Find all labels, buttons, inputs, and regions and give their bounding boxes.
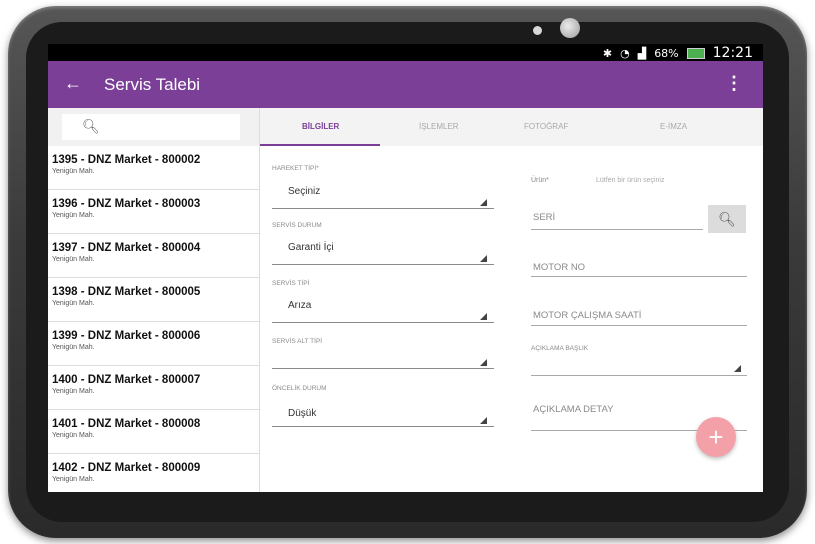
list-item-subtitle: Yenigün Mah. <box>52 344 95 351</box>
search-input[interactable]: 🔍︎ <box>62 114 240 140</box>
screen: ✱ ◔ ▟ 68% 12:21 ← Servis Talebi ⋮ 🔍︎ 139… <box>48 44 763 492</box>
oncelik-durum-field[interactable]: ÖNCELİK DURUM Düşük <box>272 385 494 429</box>
list-item[interactable]: 1401 - DNZ Market - 800008 Yenigün Mah. <box>48 410 259 454</box>
dropdown-arrow-icon <box>480 313 487 320</box>
app-bar: ← Servis Talebi ⋮ <box>48 61 763 108</box>
bluetooth-icon: ✱ <box>602 46 613 60</box>
list-item-title: 1402 - DNZ Market - 800009 <box>52 462 201 474</box>
sensor-dot <box>533 26 542 35</box>
field-underline <box>272 322 494 323</box>
field-value: Düşük <box>288 408 317 419</box>
list-item-subtitle: Yenigün Mah. <box>52 476 95 483</box>
tab-bar: BİLGİLER İŞLEMLER FOTOĞRAF E-İMZA <box>260 108 763 146</box>
seri-underline <box>531 229 703 230</box>
tab-fotograf[interactable]: FOTOĞRAF <box>524 122 568 131</box>
seri-search-button[interactable]: 🔍︎ <box>708 205 746 233</box>
list-item-title: 1397 - DNZ Market - 800004 <box>52 242 201 254</box>
motor-calisma-underline <box>531 325 747 326</box>
list-item-title: 1395 - DNZ Market - 800002 <box>52 154 201 166</box>
tab-e-imza[interactable]: E-İMZA <box>660 122 687 131</box>
list-item[interactable]: 1399 - DNZ Market - 800006 Yenigün Mah. <box>48 322 259 366</box>
list-item[interactable]: 1400 - DNZ Market - 800007 Yenigün Mah. <box>48 366 259 410</box>
motor-calisma-saati-input[interactable]: MOTOR ÇALIŞMA SAATİ <box>533 310 641 321</box>
motor-no-underline <box>531 276 747 277</box>
search-bar: 🔍︎ <box>48 108 259 146</box>
tab-islemler[interactable]: İŞLEMLER <box>419 122 459 131</box>
field-value: Seçiniz <box>288 186 321 197</box>
status-bar: ✱ ◔ ▟ 68% 12:21 <box>48 44 763 61</box>
dropdown-arrow-icon <box>480 255 487 262</box>
field-label: SERVİS ALT TİPİ <box>272 338 323 345</box>
list-item-subtitle: Yenigün Mah. <box>52 256 95 263</box>
dropdown-arrow-icon <box>734 365 741 372</box>
list-item[interactable]: 1398 - DNZ Market - 800005 Yenigün Mah. <box>48 278 259 322</box>
motor-no-input[interactable]: MOTOR NO <box>533 262 585 273</box>
tab-bilgiler[interactable]: BİLGİLER <box>302 122 339 131</box>
aciklama-baslik-label: AÇIKLAMA BAŞLIK <box>531 345 589 352</box>
field-value: Garanti İçi <box>288 242 334 253</box>
field-label: SERVİS TİPİ <box>272 280 310 287</box>
servis-durum-field[interactable]: SERVİS DURUM Garanti İçi <box>272 222 494 266</box>
servis-alt-tipi-field[interactable]: SERVİS ALT TİPİ <box>272 338 494 382</box>
list-item[interactable]: 1402 - DNZ Market - 800009 Yenigün Mah. <box>48 454 259 492</box>
field-value: Arıza <box>288 300 312 311</box>
list-item-title: 1400 - DNZ Market - 800007 <box>52 374 201 386</box>
search-icon: 🔍︎ <box>82 118 100 134</box>
more-vert-icon[interactable]: ⋮ <box>725 73 743 94</box>
arrow-left-icon[interactable]: ← <box>64 73 82 94</box>
servis-tipi-field[interactable]: SERVİS TİPİ Arıza <box>272 280 494 324</box>
list-item-subtitle: Yenigün Mah. <box>52 212 95 219</box>
clock: 12:21 <box>712 45 753 61</box>
urun-select[interactable]: Lütfen bir ürün seçiniz <box>596 177 664 184</box>
aciklama-baslik-underline <box>531 375 747 376</box>
list-item-title: 1398 - DNZ Market - 800005 <box>52 286 201 298</box>
seri-input[interactable]: SERİ <box>533 212 555 223</box>
list-item-title: 1401 - DNZ Market - 800008 <box>52 418 201 430</box>
battery-percent: 68% <box>654 46 679 60</box>
list-item-subtitle: Yenigün Mah. <box>52 388 95 395</box>
battery-icon <box>686 47 705 59</box>
list-item-title: 1399 - DNZ Market - 800006 <box>52 330 201 342</box>
list-item-subtitle: Yenigün Mah. <box>52 432 95 439</box>
urun-label: Ürün* <box>531 177 549 184</box>
field-underline <box>272 264 494 265</box>
page-title: Servis Talebi <box>104 75 201 94</box>
list-item[interactable]: 1396 - DNZ Market - 800003 Yenigün Mah. <box>48 190 259 234</box>
field-underline <box>272 368 494 369</box>
signal-icon: ▟ <box>637 46 647 60</box>
field-underline <box>272 426 494 427</box>
customer-list: 1395 - DNZ Market - 800002 Yenigün Mah. … <box>48 146 259 492</box>
list-item[interactable]: 1397 - DNZ Market - 800004 Yenigün Mah. <box>48 234 259 278</box>
list-item-subtitle: Yenigün Mah. <box>52 168 95 175</box>
front-camera <box>560 18 580 38</box>
hareket-tipi-field[interactable]: HAREKET TİPİ* Seçiniz <box>272 165 494 209</box>
aciklama-detay-input[interactable]: AÇIKLAMA DETAY <box>533 404 613 415</box>
customer-list-panel: 🔍︎ 1395 - DNZ Market - 800002 Yenigün Ma… <box>48 108 260 492</box>
add-fab-button[interactable]: + <box>696 417 736 457</box>
list-item-title: 1396 - DNZ Market - 800003 <box>52 198 201 210</box>
list-item[interactable]: 1395 - DNZ Market - 800002 Yenigün Mah. <box>48 146 259 190</box>
tab-indicator <box>260 144 380 146</box>
search-icon: 🔍︎ <box>718 211 736 227</box>
dropdown-arrow-icon <box>480 199 487 206</box>
list-item-subtitle: Yenigün Mah. <box>52 300 95 307</box>
wifi-icon: ◔ <box>620 46 630 60</box>
field-label: ÖNCELİK DURUM <box>272 385 327 392</box>
field-label: HAREKET TİPİ* <box>272 165 319 172</box>
dropdown-arrow-icon <box>480 359 487 366</box>
dropdown-arrow-icon <box>480 417 487 424</box>
field-underline <box>272 208 494 209</box>
field-label: SERVİS DURUM <box>272 222 322 229</box>
